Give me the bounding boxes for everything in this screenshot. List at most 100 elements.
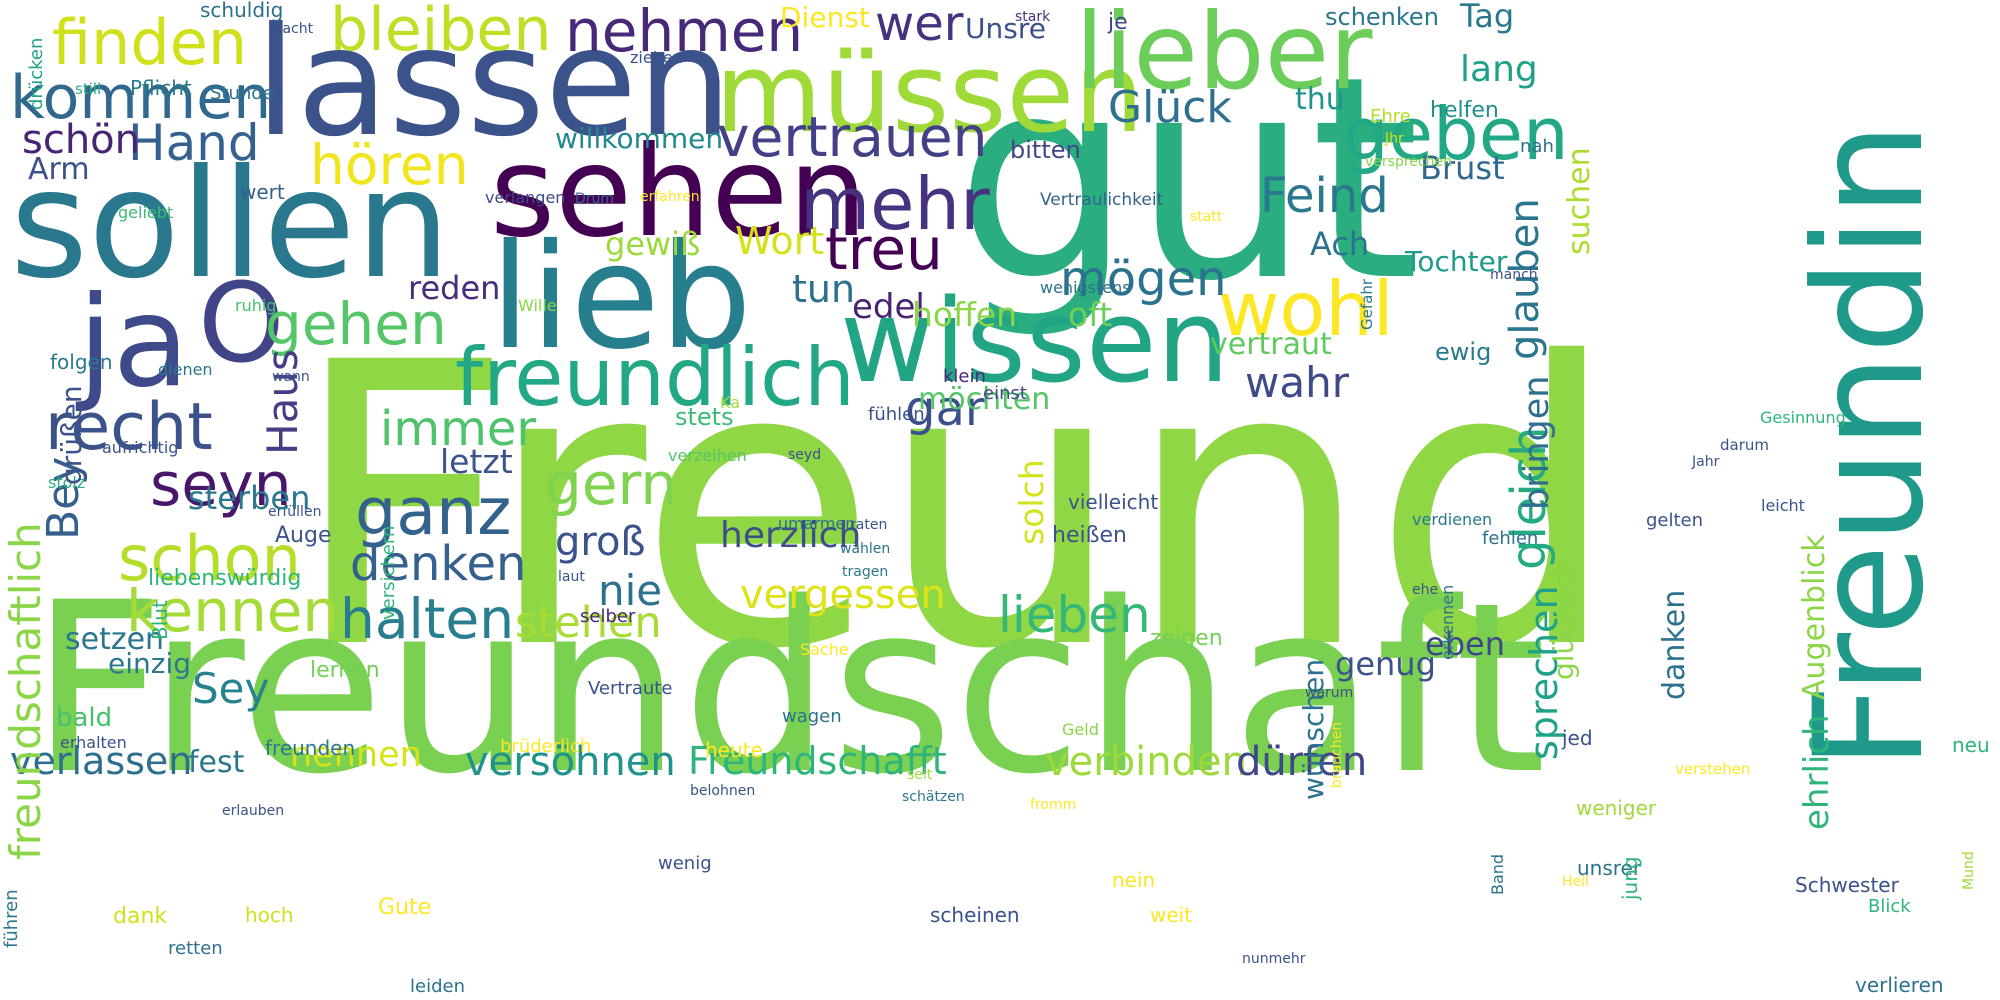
word-36: gern [545,450,678,518]
word-84: schenken [1325,3,1439,31]
word-79: eben [1425,625,1505,663]
word-93: Pflicht [130,76,192,100]
word-108: versprechen [1365,154,1452,170]
word-190: weit [1150,903,1193,927]
word-128: seyd [788,447,822,463]
word-126: aufrichtig [102,438,179,457]
word-194: leiden [410,976,465,997]
word-172: fromm [1030,797,1077,813]
word-132: vielleicht [1068,490,1159,514]
word-107: statt [1190,209,1223,225]
word-31: Hand [128,114,260,172]
word-100: ziehen [630,48,683,67]
word-185: führen [1,889,22,948]
word-83: Tag [1460,0,1515,35]
word-178: wenig [658,853,712,874]
word-165: brüderlich [500,736,592,757]
word-113: Gefahr [1358,279,1376,330]
word-182: Schwester [1795,873,1899,897]
word-11: ja [78,270,190,415]
word-39: lieben [998,586,1151,644]
word-18: bleiben [330,0,552,65]
word-171: seit [907,767,933,783]
word-48: Glück [1108,82,1232,133]
word-95: still [75,80,102,98]
word-167: Geld [1062,720,1099,739]
word-145: ehe [1412,582,1439,598]
word-199: sterben [188,479,311,517]
word-137: leicht [1761,496,1805,515]
word-183: Mund [1961,851,1977,890]
word-91: Ehre [1370,106,1411,127]
word-112: wenigstens [1040,278,1131,297]
word-117: dienen [158,360,213,379]
word-133: umarmen [778,514,856,533]
word-152: zeigen [1150,626,1223,651]
word-151: lernen [310,658,380,683]
word-129: Jahr [1692,454,1720,470]
word-88: je [1108,10,1128,35]
word-164: freunden [265,736,356,760]
word-85: thu [1295,82,1345,117]
word-118: wann [272,369,310,385]
word-134: raten [850,517,888,533]
word-153: glücklich [1547,556,1580,680]
word-87: Dienst [780,1,870,34]
word-157: wünschen [1297,658,1330,800]
word-70: reden [408,269,501,307]
word-150: einzig [108,647,192,680]
word-52: suchen [1562,147,1597,255]
word-156: danken [1657,589,1692,700]
word-142: tragen [842,564,889,580]
word-135: verdienen [1412,510,1493,529]
word-155: ehrlich [1797,714,1837,830]
word-140: wählen [840,541,891,557]
word-146: erkennen [1438,584,1457,660]
word-166: heute [705,738,763,762]
word-106: Vertraulichkeit [1040,190,1164,210]
word-149: versichern [378,525,399,620]
word-169: jed [1562,726,1593,750]
word-98: Nacht [272,21,314,37]
word-49: lang [1460,49,1538,90]
word-186: dank [113,904,168,929]
word-99: stark [1015,9,1051,25]
word-94: Stunde [210,83,274,104]
word-197: freundschaftlich [1,522,50,860]
word-127: verzeihen [668,446,747,465]
word-104: Drum [575,191,615,207]
word-54: Ach [1310,225,1370,263]
word-90: helfen [1430,98,1499,123]
word-119: ewig [1435,338,1492,366]
word-109: Jhr [1385,131,1404,147]
word-77: solch [1012,459,1051,545]
word-110: ruhig [235,296,277,315]
word-193: retten [168,938,223,959]
word-103: verlangen [485,188,566,207]
word-139: heißen [1052,523,1127,548]
word-143: liebenswürdig [148,566,302,591]
word-196: verlieren [1855,973,1944,997]
word-181: Band [1488,853,1507,895]
word-92: nah [1520,136,1554,157]
word-111: Wille [518,296,557,315]
word-187: hoch [245,903,294,927]
word-115: klein [943,366,986,387]
word-138: Auge [275,523,332,548]
word-188: Gute [378,895,432,920]
word-28: halten [340,587,515,651]
word-191: jung [1618,856,1642,900]
word-17: nehmen [565,0,804,65]
word-34: wahr [1245,358,1349,407]
word-121: einst [983,383,1027,404]
word-32: wer [875,0,964,52]
word-68: tun [792,267,856,311]
word-192: scheinen [930,903,1020,927]
word-162: bald [56,703,113,733]
word-82: willkommen [555,122,724,155]
word-73: vertraut [1210,327,1332,362]
word-63: fest [188,745,245,780]
word-175: weniger [1576,796,1657,820]
word-184: Blick [1868,896,1911,917]
word-81: bringen [1517,375,1557,510]
